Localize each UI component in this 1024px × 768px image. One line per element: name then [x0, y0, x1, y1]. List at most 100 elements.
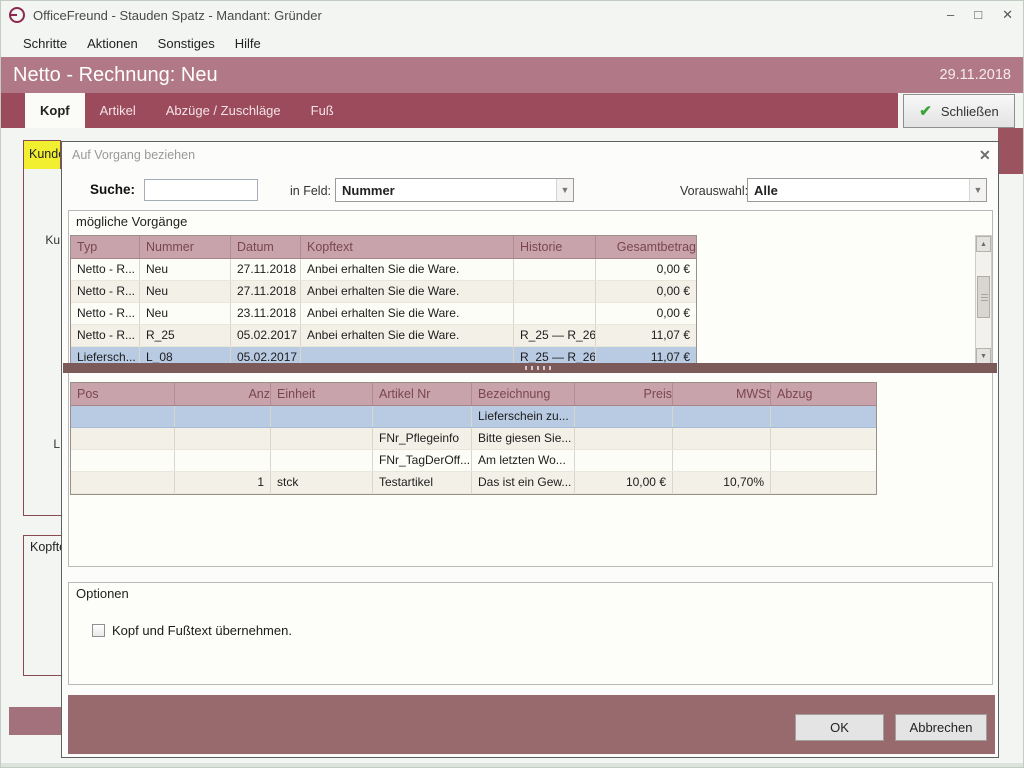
- table-cell: Am letzten Wo...: [472, 450, 575, 471]
- in-feld-label: in Feld:: [290, 184, 331, 198]
- table-cell: Neu: [140, 281, 231, 302]
- table-cell: [673, 428, 771, 449]
- dialog-title: Auf Vorgang beziehen: [72, 148, 196, 162]
- table-cell: R_25: [140, 325, 231, 346]
- menu-item-aktionen[interactable]: Aktionen: [87, 36, 138, 51]
- close-window-button[interactable]: ✕: [1002, 7, 1013, 23]
- table-cell: Das ist ein Gew...: [472, 472, 575, 493]
- schliessen-label: Schließen: [940, 103, 999, 119]
- table-cell: 05.02.2017: [231, 325, 301, 346]
- auf-vorgang-beziehen-dialog: Auf Vorgang beziehen ✕ Suche: in Feld: N…: [61, 141, 999, 758]
- table-cell: Lieferschein zu...: [472, 406, 575, 427]
- table-row[interactable]: Netto - R... Neu 23.11.2018 Anbei erhalten …: [71, 303, 696, 325]
- table-row[interactable]: Lieferschein zu...: [71, 406, 876, 428]
- table-cell: Bitte giesen Sie...: [472, 428, 575, 449]
- column-header-artikel-nr[interactable]: Artikel Nr: [373, 383, 472, 405]
- land-field-label: L: [53, 437, 60, 451]
- column-header-einheit[interactable]: Einheit: [271, 383, 373, 405]
- column-header-pos[interactable]: Pos: [71, 383, 175, 405]
- table-cell: 23.11.2018: [231, 303, 301, 324]
- table-cell: 10,00 €: [575, 472, 673, 493]
- vorgaenge-table-header: Typ Nummer Datum Kopftext Historie Gesam…: [71, 236, 696, 259]
- table-cell: Anbei erhalten Sie die Ware.: [301, 281, 514, 302]
- table-cell: Neu: [140, 259, 231, 280]
- menu-item-sonstiges[interactable]: Sonstiges: [158, 36, 215, 51]
- window-title: OfficeFreund - Stauden Spatz - Mandant: …: [33, 7, 322, 23]
- table-row[interactable]: Netto - R... R_25 05.02.2017 Anbei erhalten…: [71, 325, 696, 347]
- app-logo-icon: [9, 7, 25, 23]
- kunde-groupbox: Ku L: [23, 169, 61, 516]
- column-header-kopftext[interactable]: Kopftext: [301, 236, 514, 258]
- table-row[interactable]: FNr_Pflegeinfo Bitte giesen Sie...: [71, 428, 876, 450]
- table-row[interactable]: 1 stck Testartikel Das ist ein Gew... 10,00 …: [71, 472, 876, 494]
- scrollbar-down-button[interactable]: ▼: [976, 348, 991, 364]
- tab-fuss[interactable]: Fuß: [296, 93, 349, 128]
- table-cell: Neu: [140, 303, 231, 324]
- positionen-table: Pos Anz Einheit Artikel Nr Bezeichnung P…: [70, 382, 877, 495]
- kunde-tab[interactable]: Kunde: [23, 140, 61, 169]
- tab-abzuege-zuschlaege[interactable]: Abzüge / Zuschläge: [151, 93, 296, 128]
- table-cell: Netto - R...: [71, 281, 140, 302]
- chevron-down-icon: ▼: [969, 179, 986, 201]
- dialog-close-icon[interactable]: ✕: [979, 147, 991, 164]
- scrollbar-thumb[interactable]: [977, 276, 990, 318]
- vorauswahl-select[interactable]: Alle ▼: [747, 178, 987, 202]
- schliessen-button[interactable]: ✔ Schließen: [903, 94, 1015, 128]
- column-header-historie[interactable]: Historie: [514, 236, 596, 258]
- table-cell: [71, 450, 175, 471]
- minimize-button[interactable]: –: [947, 7, 954, 23]
- scrollbar-up-button[interactable]: ▲: [976, 236, 991, 252]
- table-cell: 27.11.2018: [231, 259, 301, 280]
- abbrechen-button[interactable]: Abbrechen: [895, 714, 987, 741]
- menu-item-hilfe[interactable]: Hilfe: [235, 36, 261, 51]
- table-cell: R_25 — R_26: [514, 325, 596, 346]
- table-cell: [71, 406, 175, 427]
- vorgaenge-table-body: Netto - R... Neu 27.11.2018 Anbei erhalten …: [71, 259, 696, 365]
- check-icon: ✔: [919, 103, 932, 120]
- table-cell: [575, 428, 673, 449]
- kopf-fusstext-checkbox-label[interactable]: Kopf und Fußtext übernehmen.: [112, 623, 292, 638]
- ok-button[interactable]: OK: [795, 714, 884, 741]
- table-cell: Netto - R...: [71, 303, 140, 324]
- column-header-gesamtbetrag[interactable]: Gesamtbetrag: [596, 236, 696, 258]
- app-window: OfficeFreund - Stauden Spatz - Mandant: …: [0, 0, 1024, 768]
- vorauswahl-label: Vorauswahl:: [680, 184, 749, 198]
- table-cell: Netto - R...: [71, 259, 140, 280]
- maximize-button[interactable]: □: [974, 7, 982, 23]
- suche-label: Suche:: [90, 182, 136, 197]
- window-bottom-strip: [1, 763, 1023, 767]
- kopf-fusstext-checkbox[interactable]: [92, 624, 105, 637]
- vorauswahl-value: Alle: [754, 182, 778, 198]
- table-row[interactable]: FNr_TagDerOff... Am letzten Wo...: [71, 450, 876, 472]
- tab-artikel[interactable]: Artikel: [85, 93, 151, 128]
- dialog-footer: OK Abbrechen: [68, 695, 995, 754]
- table-cell: 11,07 €: [650, 328, 690, 342]
- table-cell: [673, 406, 771, 427]
- table-cell: stck: [271, 472, 373, 493]
- table-cell: [271, 406, 373, 427]
- table-cell: [575, 450, 673, 471]
- column-header-anz[interactable]: Anz: [175, 383, 271, 405]
- positionen-table-body: Lieferschein zu... FNr_Pflegeinfo Bitte gi…: [71, 406, 876, 494]
- column-header-preis[interactable]: Preis: [575, 383, 673, 405]
- column-header-nummer[interactable]: Nummer: [140, 236, 231, 258]
- table-cell: [771, 406, 876, 427]
- table-cell: [771, 450, 876, 471]
- table-cell: 0,00 €: [656, 262, 690, 276]
- column-header-datum[interactable]: Datum: [231, 236, 301, 258]
- table-cell: [271, 450, 373, 471]
- table-row[interactable]: Netto - R... Neu 27.11.2018 Anbei erhalten …: [71, 259, 696, 281]
- menu-item-schritte[interactable]: Schritte: [23, 36, 67, 51]
- column-header-mwst[interactable]: MWSt: [673, 383, 771, 405]
- tab-kopf[interactable]: Kopf: [25, 93, 85, 128]
- search-input[interactable]: [144, 179, 258, 201]
- column-header-typ[interactable]: Typ: [71, 236, 140, 258]
- table-cell: 0,00 €: [656, 306, 690, 320]
- column-header-bezeichnung[interactable]: Bezeichnung: [472, 383, 575, 405]
- vertical-scrollbar[interactable]: ▲ ▼: [975, 235, 992, 365]
- table-row[interactable]: Netto - R... Neu 27.11.2018 Anbei erhalten …: [71, 281, 696, 303]
- table-cell: [514, 259, 596, 280]
- splitter-handle[interactable]: [63, 363, 997, 373]
- in-feld-select[interactable]: Nummer ▼: [335, 178, 574, 202]
- column-header-abzug[interactable]: Abzug: [771, 383, 876, 405]
